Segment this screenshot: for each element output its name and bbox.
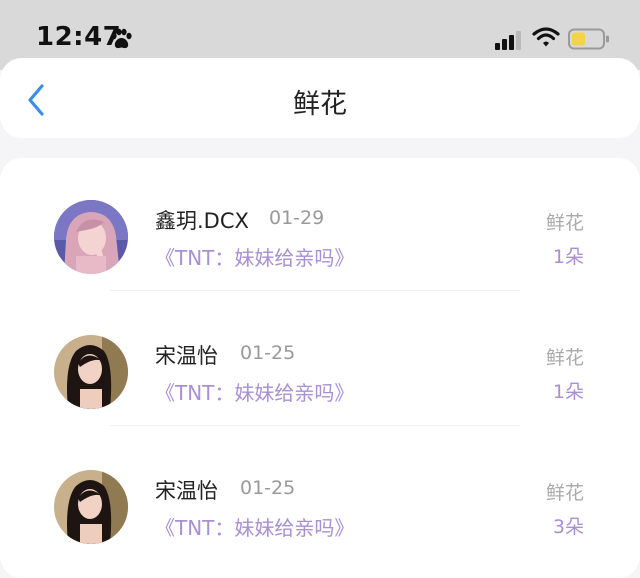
gift-type: 鲜花 <box>545 212 584 234</box>
record-date: 01-29 <box>269 207 325 229</box>
avatar[interactable] <box>54 470 128 544</box>
gift-count: 1朵 <box>552 246 584 268</box>
record-date: 01-25 <box>240 342 296 364</box>
paw-icon <box>109 28 133 54</box>
gift-type: 鲜花 <box>545 347 584 369</box>
song-title[interactable]: 《TNT：妹妹给亲吗》 <box>155 242 354 271</box>
gift-type: 鲜花 <box>545 482 584 504</box>
wifi-icon <box>532 26 560 52</box>
user-name: 鑫玥.DCX <box>155 209 249 233</box>
nav-header: 鲜花 <box>0 58 640 138</box>
avatar[interactable] <box>54 200 128 274</box>
divider <box>110 425 520 426</box>
song-title[interactable]: 《TNT：妹妹给亲吗》 <box>155 377 354 406</box>
gift-count: 3朵 <box>552 516 584 538</box>
list-item[interactable]: 宋温怡 01-25 《TNT：妹妹给亲吗》 鲜花 3朵 <box>0 428 640 563</box>
list-item[interactable]: 宋温怡 01-25 《TNT：妹妹给亲吗》 鲜花 1朵 <box>0 293 640 428</box>
gift-record-list: 鑫玥.DCX 01-29 《TNT：妹妹给亲吗》 鲜花 1朵 宋温怡 01-25… <box>0 158 640 578</box>
avatar[interactable] <box>54 335 128 409</box>
user-name: 宋温怡 <box>155 479 218 503</box>
battery-icon <box>568 28 610 54</box>
song-title[interactable]: 《TNT：妹妹给亲吗》 <box>155 512 354 541</box>
page-title: 鲜花 <box>293 89 347 120</box>
signal-icon <box>495 30 523 54</box>
divider <box>110 290 520 291</box>
list-item[interactable]: 鑫玥.DCX 01-29 《TNT：妹妹给亲吗》 鲜花 1朵 <box>0 158 640 293</box>
gift-count: 1朵 <box>552 381 584 403</box>
user-name: 宋温怡 <box>155 344 218 368</box>
record-date: 01-25 <box>240 477 296 499</box>
